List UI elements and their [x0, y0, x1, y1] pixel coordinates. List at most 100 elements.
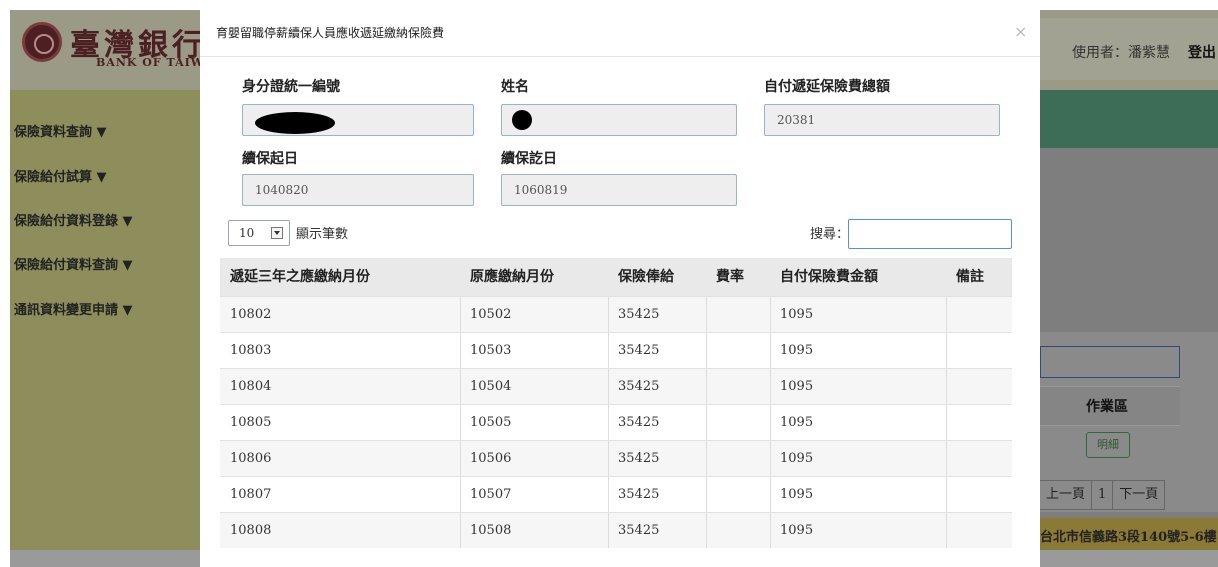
table-row: 10806 10506 35425 1095	[220, 440, 1012, 476]
column-divider	[460, 297, 461, 332]
page-length-select[interactable]: 10	[228, 220, 290, 246]
prev-page-button[interactable]: 上一頁	[1039, 480, 1093, 510]
column-header-premium-amount[interactable]: 自付保險費金額	[770, 258, 946, 296]
id-number-field[interactable]	[242, 104, 474, 136]
table-row: 10805 10505 35425 1095	[220, 404, 1012, 440]
column-divider	[770, 441, 771, 476]
cell-premium-amount: 1095	[780, 379, 814, 394]
column-header-deferred-month[interactable]: 遞延三年之應繳納月份	[220, 258, 460, 296]
column-divider	[460, 513, 461, 548]
redaction-mark	[512, 110, 532, 130]
section-banner	[1040, 90, 1218, 148]
table-row: 10803 10503 35425 1095	[220, 332, 1012, 368]
page-1-button[interactable]: 1	[1091, 480, 1114, 510]
cell-deferred-month: 10806	[230, 451, 272, 466]
sidebar	[10, 90, 200, 567]
column-divider	[946, 333, 947, 368]
cell-premium-amount: 1095	[780, 343, 814, 358]
modal-header-divider	[200, 56, 1040, 57]
column-divider	[706, 441, 707, 476]
coverage-start-field[interactable]: 1040820	[242, 174, 474, 206]
column-divider	[770, 297, 771, 332]
column-divider	[706, 405, 707, 440]
column-divider	[608, 513, 609, 548]
table-header: 遞延三年之應繳納月份 原應繳納月份 保險俸給 費率 自付保險費金額 備註	[220, 258, 1012, 296]
cell-original-month: 10507	[470, 487, 512, 502]
page-length-label: 顯示筆數	[296, 227, 349, 242]
column-header-rate[interactable]: 費率	[706, 258, 770, 296]
cell-rate	[706, 405, 770, 440]
cell-premium-amount: 1095	[780, 451, 814, 466]
table-row: 10804 10504 35425 1095	[220, 368, 1012, 404]
user-label: 使用者：潘紫慧	[1072, 45, 1170, 61]
cell-insured-salary: 35425	[618, 451, 660, 466]
column-divider	[946, 441, 947, 476]
page-length-value: 10	[239, 226, 255, 240]
cell-rate	[706, 513, 770, 548]
cell-deferred-month: 10807	[230, 487, 272, 502]
cell-insured-salary: 35425	[618, 343, 660, 358]
cell-deferred-month: 10805	[230, 415, 272, 430]
search-input[interactable]	[848, 219, 1012, 249]
cell-insured-salary: 35425	[618, 307, 660, 322]
cell-rate	[706, 477, 770, 512]
screen: 臺灣銀行 BANK OF TAIWAN 使用者：潘紫慧 登出 保險資料查詢 ▼ …	[0, 0, 1218, 567]
id-number-label: 身分證統一編號	[242, 79, 340, 95]
column-header-original-month[interactable]: 原應繳納月份	[460, 258, 608, 296]
pagination: 上一頁 1 下一頁	[1039, 480, 1166, 510]
column-divider	[770, 369, 771, 404]
close-icon[interactable]: ×	[1014, 22, 1027, 41]
total-deferred-premium-field[interactable]: 20381	[764, 104, 1000, 136]
operation-column-header: 作業區	[1086, 399, 1128, 415]
column-divider	[460, 333, 461, 368]
column-divider	[608, 369, 609, 404]
column-divider	[460, 405, 461, 440]
cell-remarks	[946, 369, 1012, 404]
sidebar-item-benefit-calc[interactable]: 保險給付試算 ▼	[14, 166, 107, 185]
coverage-start-label: 續保起日	[242, 151, 298, 167]
column-header-insured-salary[interactable]: 保險俸給	[608, 258, 706, 296]
table-row: 10802 10502 35425 1095	[220, 296, 1012, 332]
column-divider	[946, 297, 947, 332]
footer-address: 台北市信義路3段140號5-6樓	[1040, 530, 1217, 545]
column-divider	[946, 405, 947, 440]
sidebar-item-insurance-query[interactable]: 保險資料查詢 ▼	[14, 121, 107, 140]
column-divider	[460, 477, 461, 512]
cell-premium-amount: 1095	[780, 307, 814, 322]
cell-deferred-month: 10803	[230, 343, 272, 358]
cell-insured-salary: 35425	[618, 379, 660, 394]
sidebar-item-benefit-query[interactable]: 保險給付資料查詢 ▼	[14, 254, 133, 273]
column-divider	[706, 513, 707, 548]
background-search-input[interactable]	[1040, 346, 1180, 378]
column-divider	[946, 369, 947, 404]
cell-rate	[706, 441, 770, 476]
bank-logo: 臺灣銀行 BANK OF TAIWAN	[20, 18, 223, 78]
search-label: 搜尋：	[810, 227, 850, 242]
detail-button[interactable]: 明細	[1086, 432, 1130, 458]
coverage-end-field[interactable]: 1060819	[501, 174, 737, 206]
sidebar-item-contact-change[interactable]: 通訊資料變更申請 ▼	[14, 299, 133, 318]
logout-link[interactable]: 登出	[1188, 42, 1216, 62]
cell-deferred-month: 10804	[230, 379, 272, 394]
cell-original-month: 10506	[470, 451, 512, 466]
next-page-button[interactable]: 下一頁	[1112, 480, 1166, 510]
cell-original-month: 10505	[470, 415, 512, 430]
column-header-remarks[interactable]: 備註	[946, 258, 1012, 296]
cell-remarks	[946, 477, 1012, 512]
cell-original-month: 10508	[470, 523, 512, 538]
chevron-down-icon	[271, 227, 283, 239]
cell-insured-salary: 35425	[618, 415, 660, 430]
column-divider	[460, 441, 461, 476]
cell-rate	[706, 369, 770, 404]
modal-title: 育嬰留職停薪續保人員應收遞延繳納保險費	[216, 26, 445, 40]
cell-deferred-month: 10802	[230, 307, 272, 322]
name-field[interactable]	[501, 104, 737, 136]
sidebar-item-benefit-entry[interactable]: 保險給付資料登錄 ▼	[14, 210, 133, 229]
cell-insured-salary: 35425	[618, 523, 660, 538]
column-divider	[706, 297, 707, 332]
column-divider	[460, 369, 461, 404]
column-divider	[706, 369, 707, 404]
cell-remarks	[946, 441, 1012, 476]
total-deferred-premium-label: 自付遞延保險費總額	[764, 79, 890, 95]
cell-rate	[706, 333, 770, 368]
